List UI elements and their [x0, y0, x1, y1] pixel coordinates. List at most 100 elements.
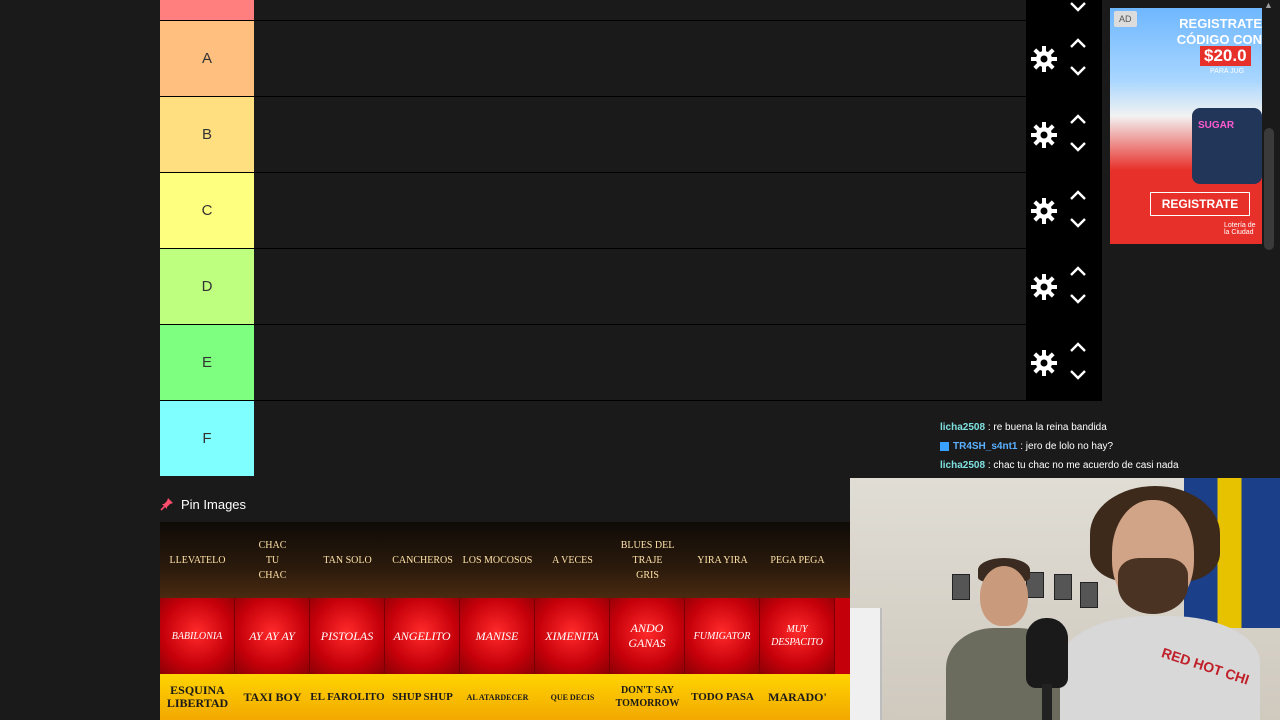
song-tile[interactable]: QUE DECIS — [535, 674, 610, 720]
song-tile[interactable]: AL ATARDECER — [460, 674, 535, 720]
song-tile[interactable]: EL FAROLITO — [310, 674, 385, 720]
chevron-up-icon[interactable] — [1069, 265, 1087, 277]
chat-text: : chac tu chac no me acuerdo de casi nad… — [985, 460, 1179, 471]
song-tile[interactable]: CANCHEROS — [385, 522, 460, 598]
scrollbar[interactable] — [1264, 128, 1274, 250]
song-tile[interactable]: A VECES — [535, 522, 610, 598]
chevron-down-icon[interactable] — [1069, 141, 1087, 153]
chevron-up-icon[interactable] — [1069, 341, 1087, 353]
stream-screen: A B C D E F AD REGISTRATE CÓDIGO CON $20… — [0, 0, 1280, 720]
ad-subtitle: PARA JUG — [1210, 68, 1245, 75]
chat-username: TR4SH_s4nt1 — [953, 441, 1018, 452]
ad-game-label: SUGAR — [1198, 120, 1235, 131]
image-bank-row: ESQUINA LIBERTAD TAXI BOY EL FAROLITO SH… — [160, 674, 850, 720]
streamer-left-head — [980, 566, 1028, 626]
gear-icon[interactable] — [1030, 197, 1058, 225]
chevron-up-icon[interactable] — [1069, 189, 1087, 201]
tier-controls — [1026, 21, 1102, 96]
tier-label[interactable] — [160, 0, 254, 20]
song-tile[interactable]: BLUES DEL TRAJE GRIS — [610, 522, 685, 598]
mic-stand — [1042, 684, 1052, 720]
ad-register-button[interactable]: REGISTRATE — [1150, 192, 1250, 216]
tier-drop-zone[interactable] — [254, 249, 1026, 324]
tier-drop-zone[interactable] — [254, 325, 1026, 400]
chevron-up-icon[interactable] — [1069, 37, 1087, 49]
chevron-down-icon[interactable] — [1069, 293, 1087, 305]
song-tile[interactable]: PEGA PEGA — [760, 522, 835, 598]
song-tile[interactable]: FUMIGATOR — [685, 598, 760, 674]
song-tile[interactable]: MARADO' — [760, 674, 835, 720]
song-tile[interactable]: TAXI BOY — [235, 674, 310, 720]
song-tile[interactable]: LOS MOCOSOS — [460, 522, 535, 598]
scroll-up-icon[interactable]: ▲ — [1264, 0, 1273, 10]
gear-icon[interactable] — [1030, 349, 1058, 377]
chat-message: licha2508 : re buena la reina bandida — [940, 422, 1107, 440]
song-tile[interactable]: PISTOLAS — [310, 598, 385, 674]
ad-panel: AD REGISTRATE CÓDIGO CON $20.0 PARA JUG … — [1102, 0, 1280, 420]
chevron-down-icon[interactable] — [1069, 217, 1087, 229]
pin-images-label: Pin Images — [181, 496, 247, 512]
tier-controls — [1026, 97, 1102, 172]
tier-label[interactable]: E — [160, 325, 254, 400]
tier-label[interactable]: B — [160, 97, 254, 172]
tier-row-s — [160, 0, 1102, 20]
streamer-right-beard — [1118, 558, 1188, 614]
tier-controls — [1026, 0, 1102, 20]
shelf — [850, 608, 882, 720]
song-tile[interactable]: TODO PASA — [685, 674, 760, 720]
song-tile[interactable]: XIMENITA — [535, 598, 610, 674]
tier-label[interactable]: F — [160, 401, 254, 476]
tier-row-a: A — [160, 20, 1102, 96]
song-tile[interactable]: ANDO GANAS — [610, 598, 685, 674]
chat-text: : jero de lolo no hay? — [1017, 441, 1114, 452]
song-tile[interactable]: LLEVATELO — [160, 522, 235, 598]
chevron-up-icon[interactable] — [1069, 113, 1087, 125]
tier-row-b: B — [160, 96, 1102, 172]
song-tile[interactable]: ANGELITO — [385, 598, 460, 674]
tier-row-c: C — [160, 172, 1102, 248]
song-tile[interactable]: DON'T SAY TOMORROW — [610, 674, 685, 720]
ad-banner[interactable]: AD REGISTRATE CÓDIGO CON $20.0 PARA JUG … — [1110, 8, 1262, 244]
wall-poster — [1054, 574, 1072, 600]
chat-text: : re buena la reina bandida — [985, 422, 1107, 433]
song-tile[interactable]: YIRA YIRA — [685, 522, 760, 598]
tier-drop-zone[interactable] — [254, 173, 1026, 248]
tier-label[interactable]: C — [160, 173, 254, 248]
song-tile[interactable]: MUY DESPACITO — [760, 598, 835, 674]
song-tile[interactable]: TAN SOLO — [310, 522, 385, 598]
microphone-icon — [1026, 618, 1068, 688]
chat-message: licha2508 : chac tu chac no me acuerdo d… — [940, 460, 1179, 478]
song-tile[interactable]: MANISE — [460, 598, 535, 674]
chevron-down-icon[interactable] — [1069, 1, 1087, 13]
tier-label[interactable]: D — [160, 249, 254, 324]
image-bank: LLEVATELO CHAC TU CHAC TAN SOLO CANCHERO… — [160, 522, 850, 720]
chevron-down-icon[interactable] — [1069, 65, 1087, 77]
wall-poster — [952, 574, 970, 600]
pin-images-toggle[interactable]: Pin Images — [160, 490, 246, 518]
chat-message: TR4SH_s4nt1 : jero de lolo no hay? — [940, 441, 1113, 459]
chevron-down-icon[interactable] — [1069, 369, 1087, 381]
song-tile[interactable]: SHUP SHUP — [385, 674, 460, 720]
song-tile[interactable]: AY AY AY — [235, 598, 310, 674]
pin-icon — [160, 498, 173, 511]
song-tile[interactable]: CHAC TU CHAC — [235, 522, 310, 598]
tier-controls — [1026, 249, 1102, 324]
song-tile[interactable]: ESQUINA LIBERTAD — [160, 674, 235, 720]
tier-label[interactable]: A — [160, 21, 254, 96]
wall-poster — [1080, 582, 1098, 608]
tier-drop-zone[interactable] — [254, 97, 1026, 172]
tier-row-e: E — [160, 324, 1102, 400]
chat-username: licha2508 — [940, 422, 986, 433]
tier-drop-zone[interactable] — [254, 0, 1026, 20]
image-bank-row: BABILONIA AY AY AY PISTOLAS ANGELITO MAN… — [160, 598, 850, 674]
ad-amount: $20.0 — [1200, 46, 1251, 66]
tier-drop-zone[interactable] — [254, 401, 1026, 476]
tier-drop-zone[interactable] — [254, 21, 1026, 96]
image-bank-row: LLEVATELO CHAC TU CHAC TAN SOLO CANCHERO… — [160, 522, 850, 598]
song-tile[interactable]: BABILONIA — [160, 598, 235, 674]
gear-icon[interactable] — [1030, 45, 1058, 73]
tier-controls — [1026, 173, 1102, 248]
gear-icon[interactable] — [1030, 121, 1058, 149]
chat-username: licha2508 — [940, 460, 986, 471]
gear-icon[interactable] — [1030, 273, 1058, 301]
